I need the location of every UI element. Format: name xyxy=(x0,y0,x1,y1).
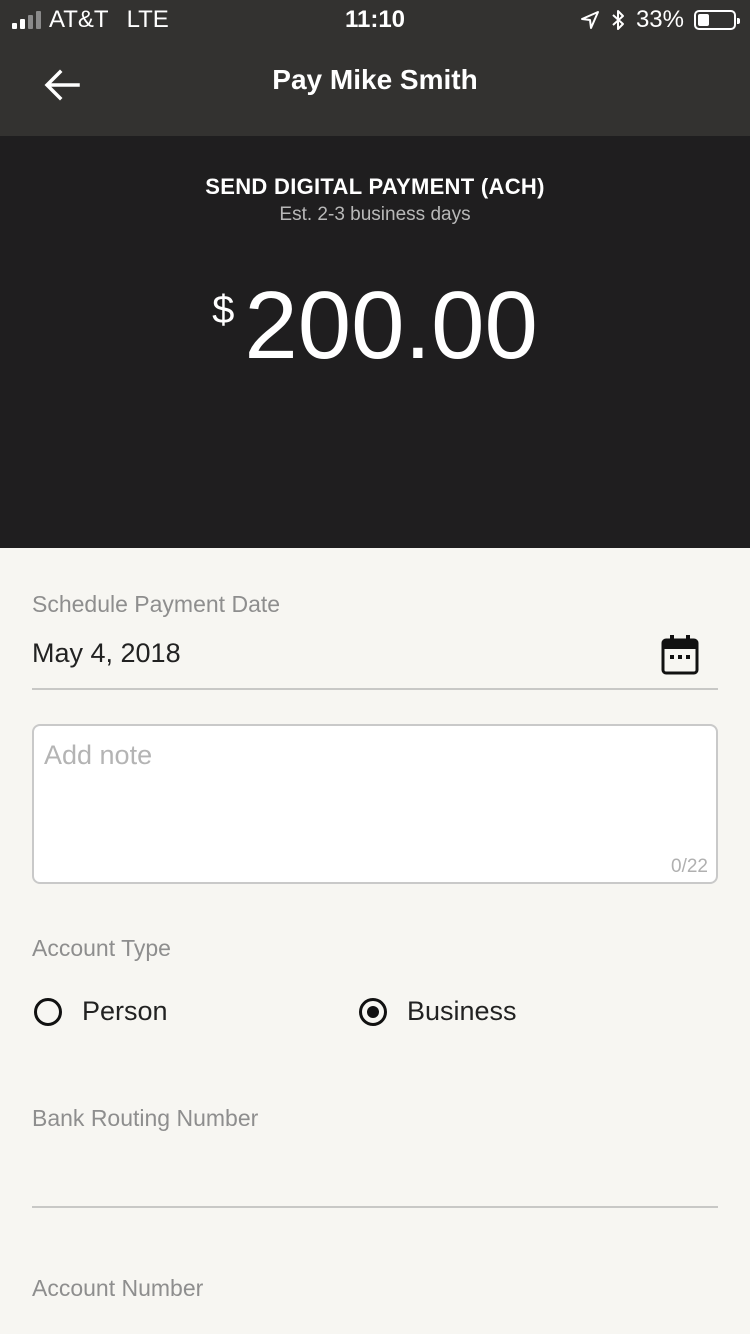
status-bar: AT&T LTE 11:10 33% xyxy=(0,0,750,40)
note-input[interactable] xyxy=(32,724,718,884)
account-number-label: Account Number xyxy=(32,1275,204,1301)
payment-eta: Est. 2-3 business days xyxy=(279,204,471,225)
routing-number-label: Bank Routing Number xyxy=(32,1105,259,1131)
routing-number-input[interactable] xyxy=(32,1206,718,1208)
radio-person-circle[interactable] xyxy=(34,997,62,1026)
battery-percent: 33% xyxy=(635,6,684,33)
page-title: Pay Mike Smith xyxy=(272,64,478,95)
battery-icon xyxy=(694,10,740,30)
note-char-count: 0/22 xyxy=(671,856,708,877)
payment-method-title: SEND DIGITAL PAYMENT (ACH) xyxy=(205,174,545,199)
location-arrow-icon xyxy=(580,11,599,29)
account-type-label: Account Type xyxy=(32,935,171,961)
radio-person[interactable]: Person xyxy=(34,996,168,1027)
currency-symbol: $ xyxy=(212,288,235,332)
amount-display[interactable]: $200.00 xyxy=(0,276,750,376)
nav-bar: Pay Mike Smith xyxy=(0,40,750,136)
radio-person-label: Person xyxy=(82,996,168,1026)
schedule-date-label: Schedule Payment Date xyxy=(32,591,281,617)
bluetooth-icon xyxy=(612,10,624,30)
status-right: 33% xyxy=(580,6,740,34)
radio-business-label: Business xyxy=(407,996,517,1026)
calendar-icon xyxy=(661,635,699,675)
payment-summary: SEND DIGITAL PAYMENT (ACH) Est. 2-3 busi… xyxy=(0,136,750,548)
radio-business-circle[interactable] xyxy=(359,997,387,1026)
battery-level xyxy=(698,14,710,26)
schedule-date-field[interactable]: May 4, 2018 xyxy=(32,638,181,669)
amount-value: 200.00 xyxy=(244,272,538,379)
calendar-button[interactable] xyxy=(660,634,700,676)
radio-business[interactable]: Business xyxy=(359,996,517,1027)
date-field-underline xyxy=(32,688,718,690)
